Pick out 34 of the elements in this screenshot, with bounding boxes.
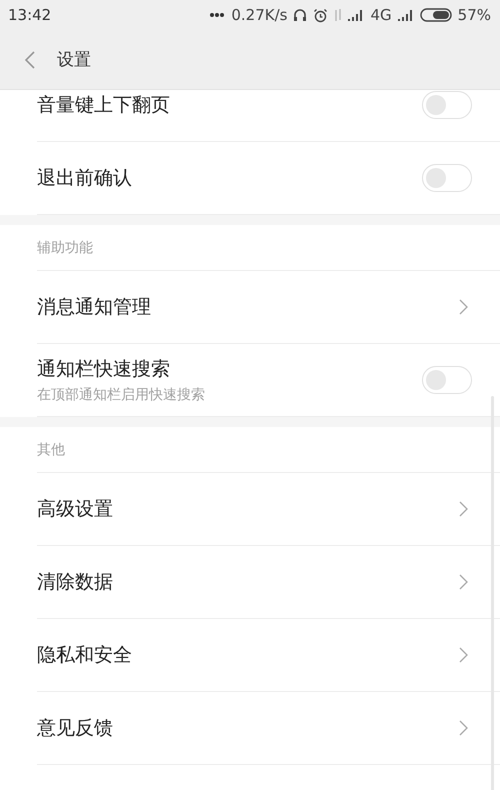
settings-row[interactable]: 音量键上下翻页 [37, 90, 500, 142]
row-label: 退出前确认 [37, 166, 132, 191]
toggle-switch[interactable] [422, 164, 472, 192]
chevron-right-icon [459, 647, 468, 663]
clock: 13:42 [8, 6, 52, 24]
signal-icon [348, 9, 364, 21]
row-label: 消息通知管理 [37, 295, 151, 320]
row-label: 隐私和安全 [37, 643, 132, 668]
row-label: 意见反馈 [37, 716, 113, 741]
row-description: 在顶部通知栏启用快速搜索 [37, 386, 205, 404]
alarm-icon [313, 8, 328, 22]
row-label: 音量键上下翻页 [37, 93, 170, 118]
more-icon [209, 12, 226, 18]
data-arrows-icon [334, 8, 342, 22]
toggle-switch[interactable] [422, 366, 472, 394]
settings-row[interactable]: 消息通知管理 [37, 271, 500, 344]
back-icon[interactable] [24, 50, 36, 70]
headphones-icon [293, 8, 308, 22]
chevron-right-icon [459, 299, 468, 315]
network-speed: 0.27K/s [231, 6, 288, 24]
section-title: 其他 [37, 440, 65, 458]
chevron-right-icon [459, 574, 468, 590]
page-title: 设置 [57, 49, 91, 71]
network-type: 4G [370, 6, 392, 24]
row-label: 高级设置 [37, 497, 113, 522]
battery-level: 57% [458, 6, 491, 24]
chevron-right-icon [459, 501, 468, 517]
toggle-switch[interactable] [422, 91, 472, 119]
chevron-right-icon [459, 720, 468, 736]
section-title: 辅助功能 [37, 238, 93, 256]
battery-icon [420, 8, 452, 22]
row-label: 清除数据 [37, 570, 113, 595]
row-label: 通知栏快速搜索 [37, 357, 171, 382]
signal-icon [398, 9, 414, 21]
